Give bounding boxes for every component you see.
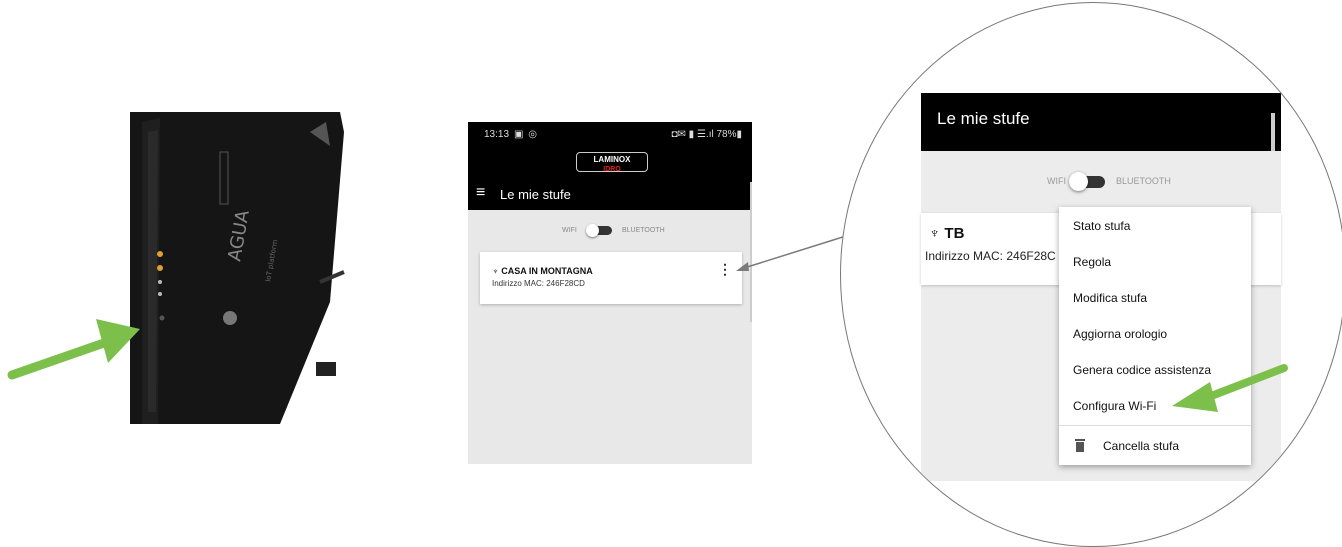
zoom-stove-name: ♆ TB [929,225,964,242]
menu-item-cancella-stufa[interactable]: Cancella stufa [1059,427,1251,463]
menu-item-label: Configura Wi-Fi [1073,399,1157,413]
menu-item-modifica-stufa[interactable]: Modifica stufa [1059,279,1251,315]
green-arrow-icon [1172,364,1288,412]
menu-divider [1059,425,1251,426]
menu-item-label: Stato stufa [1073,219,1131,233]
zoom-stove-mac: Indirizzo MAC: 246F28C [925,249,1056,263]
zoom-wifi-bluetooth-switch[interactable] [1069,172,1105,191]
menu-item-regola[interactable]: Regola [1059,243,1251,279]
zoom-switch-thumb [1069,172,1088,191]
menu-item-label: Regola [1073,255,1112,269]
menu-item-aggiorna-orologio[interactable]: Aggiorna orologio [1059,315,1251,351]
menu-item-label: Cancella stufa [1103,439,1180,453]
zoom-toggle-bluetooth-label: BLUETOOTH [1116,176,1171,186]
zoom-app-title: Le mie stufe [937,109,1030,128]
trash-icon [1075,439,1085,452]
zoom-stove-name-text: TB [944,225,965,242]
zoom-edge-divider [1271,113,1275,153]
zoom-toggle-wifi-label: WIFI [1047,176,1066,186]
menu-item-label: Aggiorna orologio [1073,327,1168,341]
menu-item-label: Modifica stufa [1073,291,1148,305]
zoom-toggle-row: WIFI BLUETOOTH [921,169,1281,193]
plug-icon: ♆ [929,225,945,242]
menu-item-stato-stufa[interactable]: Stato stufa [1059,207,1251,243]
context-menu: Stato stufa Regola Modifica stufa Aggior… [1059,207,1251,465]
zoom-circle: Le mie stufe WIFI BLUETOOTH ♆ TB Indiriz… [840,2,1342,547]
zoom-app-bar: Le mie stufe [921,93,1281,151]
